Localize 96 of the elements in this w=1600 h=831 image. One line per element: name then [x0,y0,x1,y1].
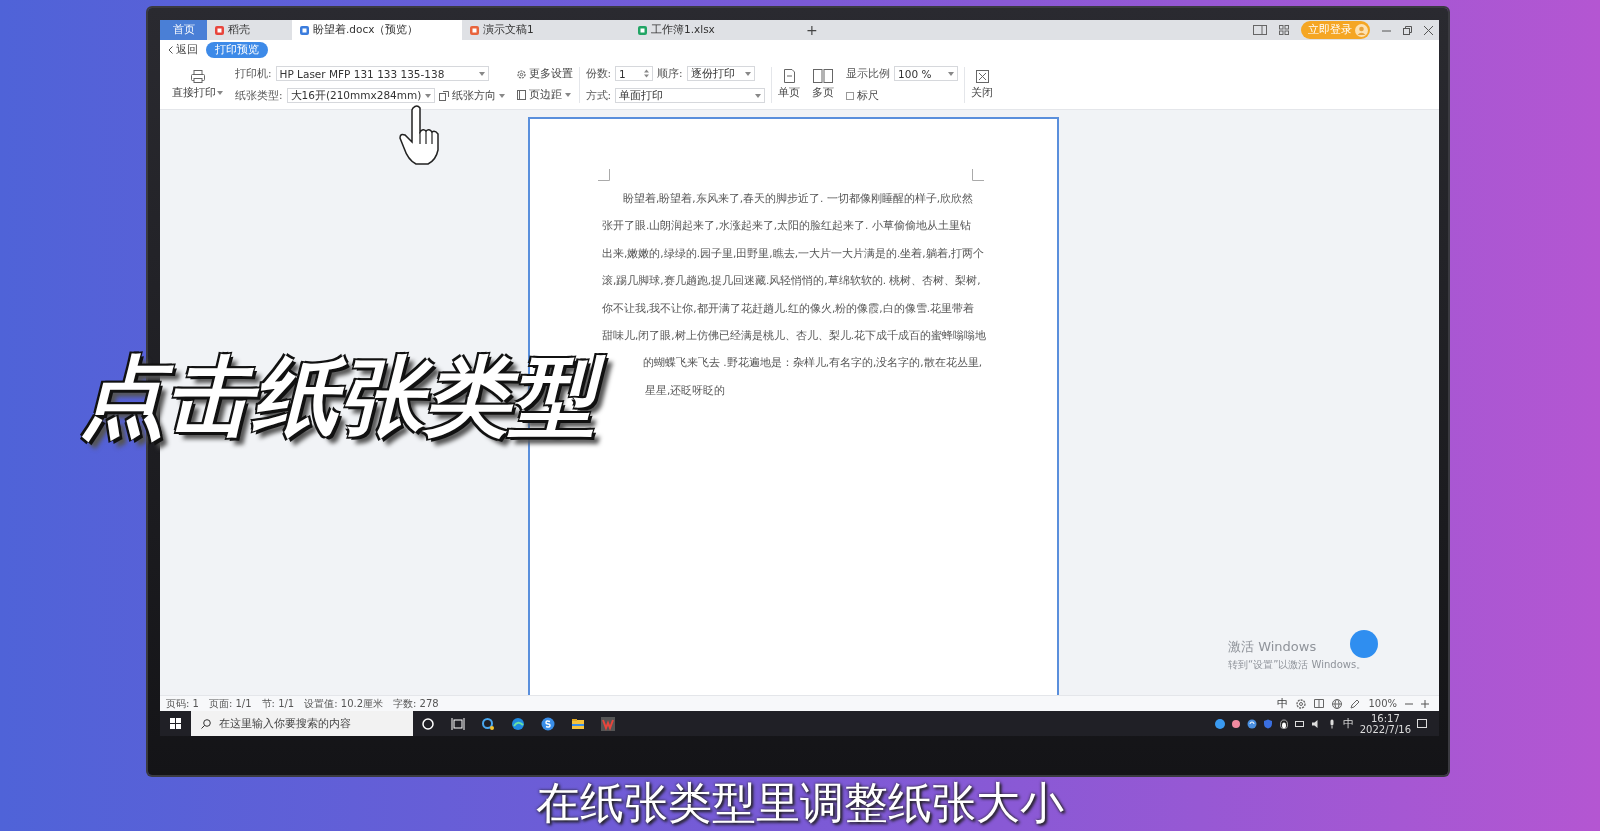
video-subtitle: 在纸张类型里调整纸张大小 [536,776,1064,830]
close-icon[interactable] [975,69,989,83]
penguin-icon[interactable] [1278,718,1289,729]
caret-icon [564,93,571,97]
book-icon[interactable] [1314,699,1325,708]
caret-icon [478,71,485,76]
corner-mark [598,169,610,181]
caret-icon [948,71,955,76]
search-icon [201,718,211,729]
spinner-arrows-icon [644,69,650,78]
document-text-line: 滚,踢几脚球,赛几趟跑,捉几回迷藏.风轻悄悄的,草绵软软的. 桃树、杏树、梨树, [602,273,981,289]
ruler-checkbox[interactable] [846,91,855,100]
direct-print-button[interactable]: 直接打印 [172,85,223,100]
document-text-line: 的蝴蝶飞来飞去 .野花遍地是：杂样儿,有名字的,没名字的,散在花丛里, [643,355,983,371]
settings-icon[interactable] [1296,698,1307,709]
mode-badge: 打印预览 [206,42,268,58]
app-icon [638,25,647,35]
taskbar-search-field[interactable]: 在这里输入你要搜索的内容 [191,711,413,736]
margins-icon [516,90,526,100]
printer-icon[interactable] [190,69,205,83]
corner-mark [972,169,984,181]
app-tab[interactable]: 演示文稿1 [462,20,630,40]
restore-icon[interactable] [1403,25,1412,35]
document-text-line: 张开了眼.山朗润起来了,水涨起来了,太阳的脸红起来了. 小草偷偷地从土里钻 [602,218,971,234]
single-page-label: 单页 [778,86,801,100]
status-item: 设置值: 10.2厘米 [304,696,384,711]
windows-logo-icon[interactable] [170,718,181,729]
activation-hint: 转到“设置”以激活 Windows。 [1228,658,1367,672]
zoom-in-icon[interactable] [1421,699,1429,708]
document-text-line: 出来,嫩嫩的,绿绿的.园子里,田野里,瞧去,一大片一大片满是的.坐着,躺着,打两个 [602,245,985,261]
copies-spinner[interactable]: 1 [615,66,654,81]
new-tab-button[interactable]: + [798,20,826,40]
speaker-icon[interactable] [1310,718,1321,729]
folder-icon[interactable] [571,716,585,731]
multi-page-icon[interactable] [813,69,834,83]
field-label: 顺序: [657,66,683,81]
layout-icon[interactable] [1253,25,1267,35]
caret-icon [217,90,223,95]
status-item: 字数: 278 [393,696,439,711]
multi-page-label: 多页 [812,86,835,100]
settings-icon [516,69,526,79]
cortana-circle-icon[interactable] [421,716,435,731]
taskbar-clock[interactable]: 16:17 2022/7/16 [1359,712,1411,735]
close-icon[interactable] [1424,25,1433,35]
s-circle-icon[interactable] [541,716,555,731]
globe-icon[interactable] [1332,698,1343,709]
status-item: 节: 1/1 [261,696,295,711]
caret-icon [424,93,431,98]
status-item: 页面: 1/1 [208,696,252,711]
ime-indicator[interactable]: 中 [1277,696,1289,711]
printer-select[interactable]: HP Laser MFP 131 133 135-138 [275,66,489,81]
caret-icon [755,93,762,98]
ruler-label: 标尺 [857,88,880,103]
document-text-line: 星星,还眨呀眨的 [645,382,726,398]
app-tab[interactable]: 工作簿1.xlsx [630,20,798,40]
search-app-icon[interactable] [481,716,495,731]
duplex-select[interactable]: 单面打印 [615,88,766,103]
caret-icon [744,71,751,76]
orientation-button[interactable]: 纸张方向 [438,88,505,103]
chevron-left-icon [168,46,173,54]
task-view-icon[interactable] [451,716,465,731]
app-icon [470,25,479,35]
field-label: 份数: [585,66,612,81]
back-link[interactable]: 返回 [168,43,198,57]
record-badge-icon [1350,630,1378,658]
activation-title: 激活 Windows [1228,638,1317,656]
notification-icon[interactable] [1417,718,1427,729]
field-label: 显示比例 [846,66,891,81]
status-item: 页码: 1 [166,696,199,711]
zoom-level[interactable]: 100% [1368,696,1397,711]
document-text-line: 甜味儿,闭了眼,树上仿佛已经满是桃儿、杏儿、梨儿.花下成千成百的蜜蜂嗡嗡地 [602,328,986,344]
app-tab[interactable]: 首页 [160,20,207,40]
paper-type-select[interactable]: 大16开(210mmx284mm) [286,88,435,103]
wps-app-icon[interactable] [601,716,615,731]
grid-icon[interactable] [1279,25,1289,35]
app-tab[interactable]: 盼望着.docx（预览） [292,20,462,40]
document-text-line: 你不让我,我不让你,都开满了花赶趟儿.红的像火,粉的像霞,白的像雪.花里带着 [602,300,975,316]
app-icon [215,25,224,35]
more-settings-button[interactable]: 更多设置 [516,67,573,81]
field-label: 纸张类型: [235,88,283,103]
close-label: 关闭 [971,85,994,100]
orientation-icon [438,90,449,101]
document-text-line: 盼望着,盼望着,东风来了,春天的脚步近了. 一切都像刚睡醒的样子,欣欣然 [622,191,974,206]
avatar-icon [1355,23,1368,37]
pen-icon[interactable] [1350,698,1361,709]
field-label: 方式: [585,88,612,103]
shield-icon[interactable] [1262,718,1273,729]
app-tab[interactable]: 稻壳 [207,20,292,40]
ime-indicator[interactable]: 中 [1342,716,1354,731]
app-icon [300,25,309,35]
field-label: 打印机: [235,66,272,81]
margins-button[interactable]: 页边距 [516,88,573,102]
caret-icon [498,93,505,98]
order-select[interactable]: 逐份打印 [686,66,755,81]
zoom-select[interactable]: 100 % [894,66,959,81]
edge-browser-icon[interactable] [511,716,525,731]
